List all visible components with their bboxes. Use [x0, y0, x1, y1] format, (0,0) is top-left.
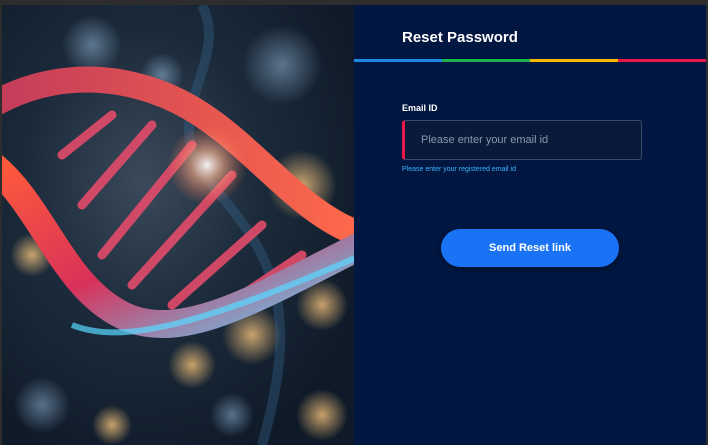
accent-segment-blue: [354, 59, 442, 62]
accent-segment-yellow: [530, 59, 618, 62]
accent-segment-red: [618, 59, 706, 62]
email-hint: Please enter your registered email id: [402, 166, 517, 173]
email-label: Email ID: [402, 103, 438, 113]
app-frame: Reset Password Email ID Please enter you…: [0, 0, 708, 445]
reset-password-panel: Reset Password Email ID Please enter you…: [354, 5, 706, 445]
dna-helix-illustration: [2, 5, 354, 445]
page-title: Reset Password: [402, 29, 518, 46]
send-reset-link-button[interactable]: Send Reset link: [441, 229, 619, 267]
email-input[interactable]: [405, 121, 641, 159]
accent-segment-green: [442, 59, 530, 62]
dna-helix-image: [2, 5, 354, 445]
email-field: [402, 120, 642, 160]
title-accent-bar: [354, 59, 706, 62]
